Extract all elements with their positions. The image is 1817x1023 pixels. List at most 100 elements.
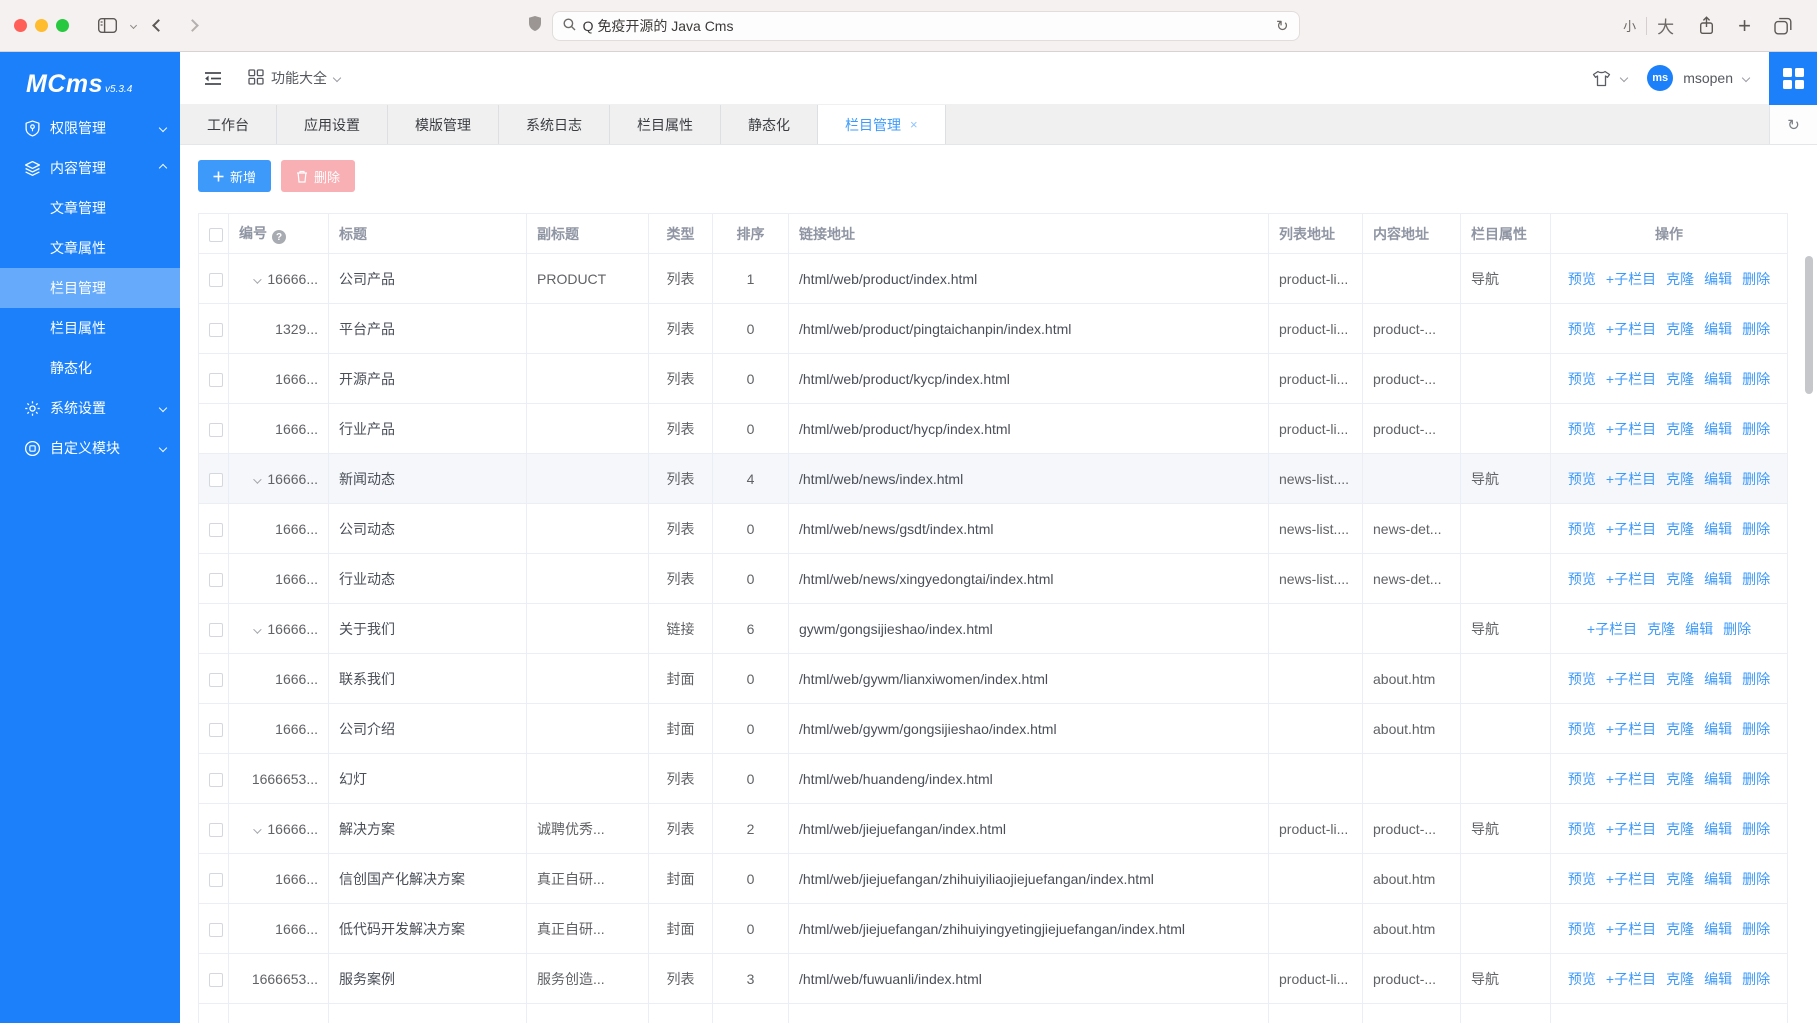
clone-link[interactable]: 克隆 bbox=[1666, 571, 1694, 587]
edit-link[interactable]: 编辑 bbox=[1685, 621, 1713, 637]
add-child-column-link[interactable]: +子栏目 bbox=[1606, 671, 1656, 687]
text-larger-button[interactable]: 大 bbox=[1657, 13, 1674, 38]
sidebar-item-column-manage[interactable]: 栏目管理 bbox=[0, 268, 180, 308]
clone-link[interactable]: 克隆 bbox=[1666, 421, 1694, 437]
clone-link[interactable]: 克隆 bbox=[1666, 521, 1694, 537]
tab-template-manage[interactable]: 模版管理 bbox=[388, 105, 499, 144]
clone-link[interactable]: 克隆 bbox=[1647, 621, 1675, 637]
edit-link[interactable]: 编辑 bbox=[1704, 571, 1732, 587]
add-child-column-link[interactable]: +子栏目 bbox=[1606, 921, 1656, 937]
preview-link[interactable]: 预览 bbox=[1568, 571, 1596, 587]
row-checkbox[interactable] bbox=[209, 423, 223, 437]
delete-link[interactable]: 删除 bbox=[1742, 521, 1770, 537]
edit-link[interactable]: 编辑 bbox=[1704, 921, 1732, 937]
sidebar-item-permission[interactable]: 权限管理 bbox=[0, 108, 180, 148]
refresh-tab-icon[interactable]: ↻ bbox=[1769, 105, 1817, 144]
help-icon[interactable]: ? bbox=[272, 230, 286, 244]
browser-sidebar-toggle-icon[interactable] bbox=[93, 13, 121, 39]
back-icon[interactable] bbox=[146, 21, 170, 30]
clone-link[interactable]: 克隆 bbox=[1666, 671, 1694, 687]
delete-link[interactable]: 删除 bbox=[1742, 871, 1770, 887]
select-all-checkbox[interactable] bbox=[209, 228, 223, 242]
edit-link[interactable]: 编辑 bbox=[1704, 771, 1732, 787]
add-child-column-link[interactable]: +子栏目 bbox=[1606, 821, 1656, 837]
clone-link[interactable]: 克隆 bbox=[1666, 971, 1694, 987]
row-checkbox[interactable] bbox=[209, 373, 223, 387]
expand-row-icon[interactable] bbox=[254, 625, 262, 633]
expand-row-icon[interactable] bbox=[254, 825, 262, 833]
expand-row-icon[interactable] bbox=[254, 275, 262, 283]
row-checkbox[interactable] bbox=[209, 573, 223, 587]
add-child-column-link[interactable]: +子栏目 bbox=[1606, 571, 1656, 587]
preview-link[interactable]: 预览 bbox=[1568, 971, 1596, 987]
clone-link[interactable]: 克隆 bbox=[1666, 321, 1694, 337]
window-close-button[interactable] bbox=[14, 19, 27, 32]
row-checkbox[interactable] bbox=[209, 523, 223, 537]
add-child-column-link[interactable]: +子栏目 bbox=[1606, 771, 1656, 787]
sidebar-item-content[interactable]: 内容管理 bbox=[0, 148, 180, 188]
tab-workbench[interactable]: 工作台 bbox=[180, 105, 277, 144]
preview-link[interactable]: 预览 bbox=[1568, 321, 1596, 337]
sidebar-chevron-down-icon[interactable] bbox=[130, 22, 137, 29]
clone-link[interactable]: 克隆 bbox=[1666, 271, 1694, 287]
add-button[interactable]: 新增 bbox=[198, 160, 271, 192]
row-checkbox[interactable] bbox=[209, 723, 223, 737]
new-tab-icon[interactable]: + bbox=[1738, 15, 1751, 37]
sidebar-item-article-attr[interactable]: 文章属性 bbox=[0, 228, 180, 268]
reload-icon[interactable]: ↻ bbox=[1276, 17, 1289, 35]
row-checkbox[interactable] bbox=[209, 773, 223, 787]
avatar[interactable]: ms bbox=[1647, 65, 1673, 91]
address-bar[interactable]: Q 免疫开源的 Java Cms ↻ bbox=[552, 11, 1300, 41]
delete-link[interactable]: 删除 bbox=[1742, 421, 1770, 437]
preview-link[interactable]: 预览 bbox=[1568, 671, 1596, 687]
edit-link[interactable]: 编辑 bbox=[1704, 821, 1732, 837]
close-tab-icon[interactable]: × bbox=[910, 118, 918, 131]
add-child-column-link[interactable]: +子栏目 bbox=[1606, 421, 1656, 437]
tab-app-settings[interactable]: 应用设置 bbox=[277, 105, 388, 144]
tab-static[interactable]: 静态化 bbox=[721, 105, 818, 144]
row-checkbox[interactable] bbox=[209, 323, 223, 337]
row-checkbox[interactable] bbox=[209, 923, 223, 937]
apps-grid-button[interactable] bbox=[1769, 52, 1817, 105]
row-checkbox[interactable] bbox=[209, 273, 223, 287]
clone-link[interactable]: 克隆 bbox=[1666, 821, 1694, 837]
clone-link[interactable]: 克隆 bbox=[1666, 721, 1694, 737]
delete-link[interactable]: 删除 bbox=[1742, 821, 1770, 837]
edit-link[interactable]: 编辑 bbox=[1704, 471, 1732, 487]
preview-link[interactable]: 预览 bbox=[1568, 821, 1596, 837]
preview-link[interactable]: 预览 bbox=[1568, 921, 1596, 937]
add-child-column-link[interactable]: +子栏目 bbox=[1606, 371, 1656, 387]
edit-link[interactable]: 编辑 bbox=[1704, 321, 1732, 337]
preview-link[interactable]: 预览 bbox=[1568, 721, 1596, 737]
vertical-scrollbar-thumb[interactable] bbox=[1805, 256, 1813, 394]
edit-link[interactable]: 编辑 bbox=[1704, 671, 1732, 687]
row-checkbox[interactable] bbox=[209, 873, 223, 887]
add-child-column-link[interactable]: +子栏目 bbox=[1587, 621, 1637, 637]
user-chevron-down-icon[interactable] bbox=[1742, 74, 1750, 82]
edit-link[interactable]: 编辑 bbox=[1704, 371, 1732, 387]
forward-icon[interactable] bbox=[180, 21, 204, 30]
text-smaller-button[interactable]: 小 bbox=[1623, 16, 1636, 35]
clone-link[interactable]: 克隆 bbox=[1666, 771, 1694, 787]
edit-link[interactable]: 编辑 bbox=[1704, 271, 1732, 287]
row-checkbox[interactable] bbox=[209, 473, 223, 487]
row-checkbox[interactable] bbox=[209, 973, 223, 987]
delete-link[interactable]: 删除 bbox=[1742, 921, 1770, 937]
row-checkbox[interactable] bbox=[209, 673, 223, 687]
row-checkbox[interactable] bbox=[209, 623, 223, 637]
collapse-menu-icon[interactable] bbox=[204, 71, 222, 86]
row-checkbox[interactable] bbox=[209, 823, 223, 837]
clone-link[interactable]: 克隆 bbox=[1666, 871, 1694, 887]
preview-link[interactable]: 预览 bbox=[1568, 521, 1596, 537]
preview-link[interactable]: 预览 bbox=[1568, 871, 1596, 887]
delete-link[interactable]: 删除 bbox=[1742, 671, 1770, 687]
delete-link[interactable]: 删除 bbox=[1742, 721, 1770, 737]
add-child-column-link[interactable]: +子栏目 bbox=[1606, 321, 1656, 337]
share-icon[interactable] bbox=[1692, 13, 1720, 39]
add-child-column-link[interactable]: +子栏目 bbox=[1606, 721, 1656, 737]
delete-link[interactable]: 删除 bbox=[1742, 971, 1770, 987]
theme-shirt-icon[interactable] bbox=[1592, 70, 1611, 87]
window-minimize-button[interactable] bbox=[35, 19, 48, 32]
tab-system-log[interactable]: 系统日志 bbox=[499, 105, 610, 144]
edit-link[interactable]: 编辑 bbox=[1704, 421, 1732, 437]
